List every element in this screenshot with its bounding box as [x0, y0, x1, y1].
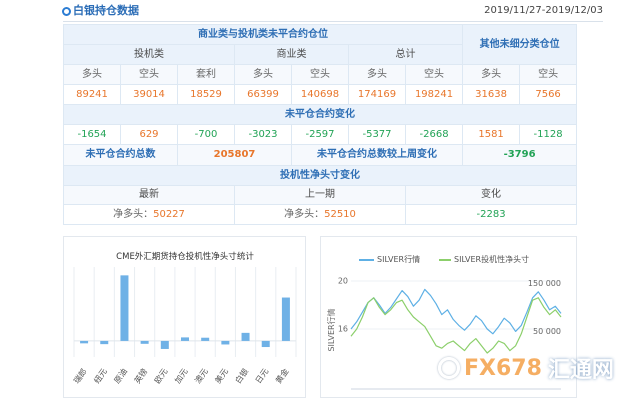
total-label: 未平仓合约总数 — [63, 144, 178, 166]
header-divider — [63, 21, 603, 22]
net-title: 投机性净头寸变化 — [62, 165, 578, 186]
column-header: 多头 — [234, 64, 292, 85]
legend-label: SILVER投机性净头寸 — [454, 255, 530, 264]
group-speculative: 投机类 — [63, 44, 235, 65]
group-total: 总计 — [347, 44, 464, 65]
net-header-previous: 上一期 — [234, 185, 406, 205]
change-value: 629 — [120, 124, 178, 145]
net-previous-label: 净多头： — [284, 208, 325, 220]
bar[interactable] — [241, 332, 250, 341]
total-change-label: 未平仓合约总数较上周变化 — [290, 144, 464, 166]
net-header-latest: 最新 — [63, 185, 235, 205]
position-value: 89241 — [63, 84, 121, 105]
positions-table: 商业类与投机类未平合约仓位 其他未细分类仓位 投机类 商业类 总计 多头 空头 … — [62, 24, 578, 225]
bar[interactable] — [281, 297, 290, 341]
column-header: 空头 — [291, 64, 349, 85]
bar[interactable] — [201, 337, 210, 341]
total-change-value: -3796 — [462, 144, 578, 166]
x-tick-label: 瑞郎 — [71, 366, 88, 385]
change-value: 1581 — [462, 124, 521, 145]
bar-chart-panel: CME外汇期货持仓投机性净头寸统计 瑞郎 纽元 原油 英镑 欧元 加元 澳元 美元 白银 日元 黄金 — [63, 236, 306, 398]
y-tick-label-left: 16 — [338, 325, 348, 334]
x-tick-label: 欧元 — [152, 366, 169, 385]
column-header: 多头 — [462, 64, 521, 85]
bar[interactable] — [140, 340, 149, 344]
position-value: 39014 — [120, 84, 178, 105]
bar[interactable] — [261, 340, 270, 348]
change-value: -2668 — [404, 124, 464, 145]
net-latest-cell: 净多头：50227 — [63, 204, 235, 225]
column-header: 空头 — [404, 64, 464, 85]
position-value: 140698 — [291, 84, 349, 105]
legend-label: SILVER行情 — [377, 255, 421, 264]
change-value: -2597 — [291, 124, 349, 145]
change-value: -3023 — [234, 124, 292, 145]
net-change-value: -2283 — [404, 204, 578, 225]
group-commercial: 商业类 — [234, 44, 349, 65]
position-value: 198241 — [404, 84, 464, 105]
bar[interactable] — [120, 275, 129, 341]
change-value: -1654 — [63, 124, 121, 145]
net-latest-label: 净多头： — [113, 208, 154, 220]
group-title: 商业类与投机类未平合约仓位 — [62, 24, 464, 45]
position-value: 18529 — [177, 84, 235, 105]
chart-title: CME外汇期货持仓投机性净头寸统计 — [116, 251, 254, 262]
date-range: 2019/11/27-2019/12/03 — [484, 5, 603, 16]
column-header: 空头 — [120, 64, 178, 85]
net-previous-cell: 净多头：52510 — [234, 204, 406, 225]
x-tick-label: 原油 — [112, 366, 129, 385]
x-tick-label: 白银 — [233, 366, 250, 385]
y-tick-label-left: 20 — [338, 277, 348, 286]
bar[interactable] — [181, 337, 189, 341]
net-header-change: 变化 — [404, 185, 578, 205]
column-header: 多头 — [348, 64, 406, 85]
column-header: 空头 — [519, 64, 578, 85]
x-tick-label: 美元 — [213, 366, 230, 385]
bar[interactable] — [221, 340, 230, 345]
bar[interactable] — [160, 340, 169, 349]
bar[interactable] — [100, 340, 109, 345]
y-tick-label-right: 50 000 — [533, 327, 561, 336]
other-title: 其他未细分类仓位 — [462, 24, 578, 65]
page-title: 白银持仓数据 — [73, 4, 139, 17]
net-previous-value: 52510 — [324, 208, 356, 220]
legend-item-position[interactable]: SILVER投机性净头寸 — [439, 254, 529, 265]
x-tick-label: 黄金 — [273, 366, 290, 385]
y-axis-label: SILVER行情 — [326, 308, 336, 351]
bar-chart: CME外汇期货持仓投机性净头寸统计 瑞郎 纽元 原油 英镑 欧元 加元 澳元 美元 白银 日元 黄金 — [71, 251, 297, 385]
position-value: 31638 — [462, 84, 521, 105]
x-tick-label: 日元 — [254, 367, 271, 385]
bar[interactable] — [80, 340, 89, 344]
change-value: -1128 — [519, 124, 578, 145]
line-swatch-icon — [359, 258, 374, 261]
change-value: -700 — [177, 124, 235, 145]
position-value: 174169 — [348, 84, 406, 105]
circle-bullet-icon — [62, 7, 71, 16]
y-tick-label-right: 150 000 — [528, 279, 561, 288]
line-swatch-icon — [439, 258, 451, 261]
x-tick-label: 加元 — [172, 366, 189, 385]
position-value: 66399 — [234, 84, 292, 105]
legend-item-price[interactable]: SILVER行情 — [359, 254, 420, 265]
column-header: 多头 — [63, 64, 121, 85]
x-tick-label: 澳元 — [192, 366, 209, 385]
x-tick-label: 英镑 — [132, 366, 149, 385]
x-tick-label: 纽元 — [92, 366, 109, 385]
position-value: 7566 — [519, 84, 578, 105]
line-chart-panel: SILVER行情 16 20 50 000 150 000 SILVER行情 SILV… — [320, 236, 577, 398]
change-value: -5377 — [348, 124, 406, 145]
total-value: 205807 — [177, 144, 292, 166]
net-latest-value: 50227 — [153, 208, 185, 220]
column-header: 套利 — [177, 64, 235, 85]
change-title: 未平仓合约变化 — [62, 104, 578, 125]
